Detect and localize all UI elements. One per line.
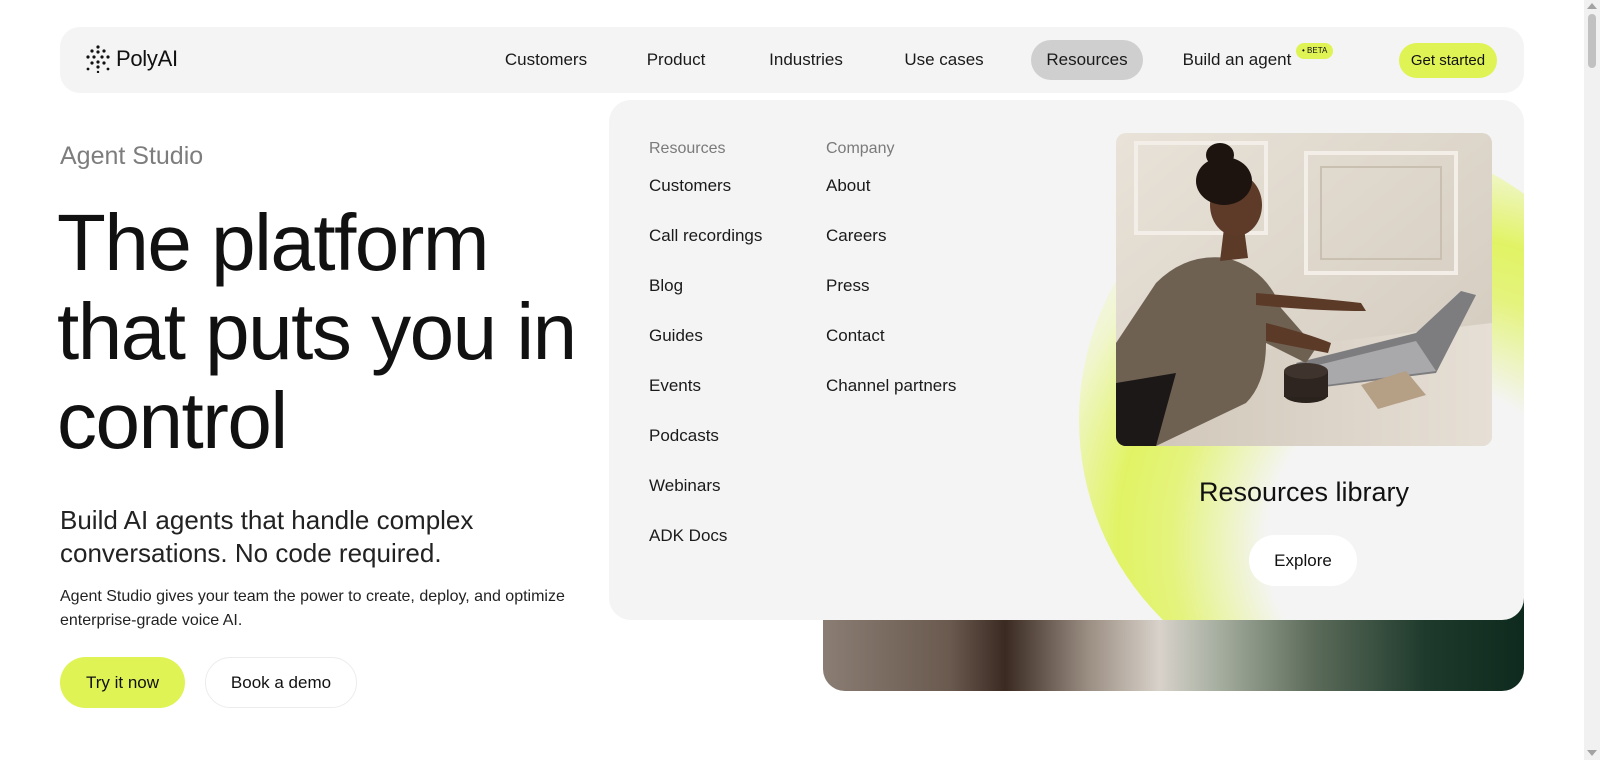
company-column-heading: Company bbox=[826, 140, 895, 157]
menu-item-call-recordings[interactable]: Call recordings bbox=[649, 226, 762, 246]
menu-item-press[interactable]: Press bbox=[826, 276, 869, 296]
menu-item-adk-docs[interactable]: ADK Docs bbox=[649, 526, 727, 546]
page-scrollbar[interactable] bbox=[1584, 0, 1600, 760]
promo-photo bbox=[1116, 133, 1492, 446]
scroll-up-arrow-icon[interactable] bbox=[1587, 3, 1597, 9]
scroll-down-arrow-icon[interactable] bbox=[1587, 750, 1597, 756]
resources-dropdown: Resources Customers Call recordings Blog… bbox=[609, 100, 1524, 620]
primary-nav: Customers Product Industries Use cases R… bbox=[60, 27, 1524, 93]
scrollbar-thumb[interactable] bbox=[1588, 14, 1596, 68]
menu-item-contact[interactable]: Contact bbox=[826, 326, 885, 346]
top-navigation: PolyAI Customers Product Industries Use … bbox=[60, 27, 1524, 93]
nav-product[interactable]: Product bbox=[627, 40, 725, 80]
menu-item-webinars[interactable]: Webinars bbox=[649, 476, 721, 496]
menu-item-events[interactable]: Events bbox=[649, 376, 701, 396]
menu-item-customers[interactable]: Customers bbox=[649, 176, 731, 196]
beta-badge: • BETA bbox=[1296, 43, 1334, 59]
nav-use-cases[interactable]: Use cases bbox=[887, 40, 1001, 80]
explore-button[interactable]: Explore bbox=[1249, 535, 1357, 586]
menu-item-blog[interactable]: Blog bbox=[649, 276, 683, 296]
hero-subhead: Build AI agents that handle complex conv… bbox=[60, 505, 474, 568]
resources-library-title: Resources library bbox=[1198, 477, 1410, 507]
nav-build-an-agent[interactable]: Build an agent bbox=[1172, 40, 1302, 80]
hero-eyebrow: Agent Studio bbox=[60, 142, 204, 170]
try-it-now-button[interactable]: Try it now bbox=[60, 657, 185, 708]
book-a-demo-button[interactable]: Book a demo bbox=[205, 657, 357, 708]
hero-headline: The platform that puts you in control bbox=[57, 198, 577, 465]
menu-item-channel-partners[interactable]: Channel partners bbox=[826, 376, 956, 396]
nav-customers[interactable]: Customers bbox=[489, 40, 603, 80]
menu-item-podcasts[interactable]: Podcasts bbox=[649, 426, 719, 446]
nav-resources[interactable]: Resources bbox=[1031, 40, 1143, 80]
resources-column-heading: Resources bbox=[649, 140, 726, 157]
menu-item-careers[interactable]: Careers bbox=[826, 226, 886, 246]
menu-item-about[interactable]: About bbox=[826, 176, 870, 196]
hero-body: Agent Studio gives your team the power t… bbox=[60, 588, 565, 629]
nav-industries[interactable]: Industries bbox=[749, 40, 863, 80]
menu-item-guides[interactable]: Guides bbox=[649, 326, 703, 346]
get-started-button[interactable]: Get started bbox=[1399, 43, 1497, 78]
